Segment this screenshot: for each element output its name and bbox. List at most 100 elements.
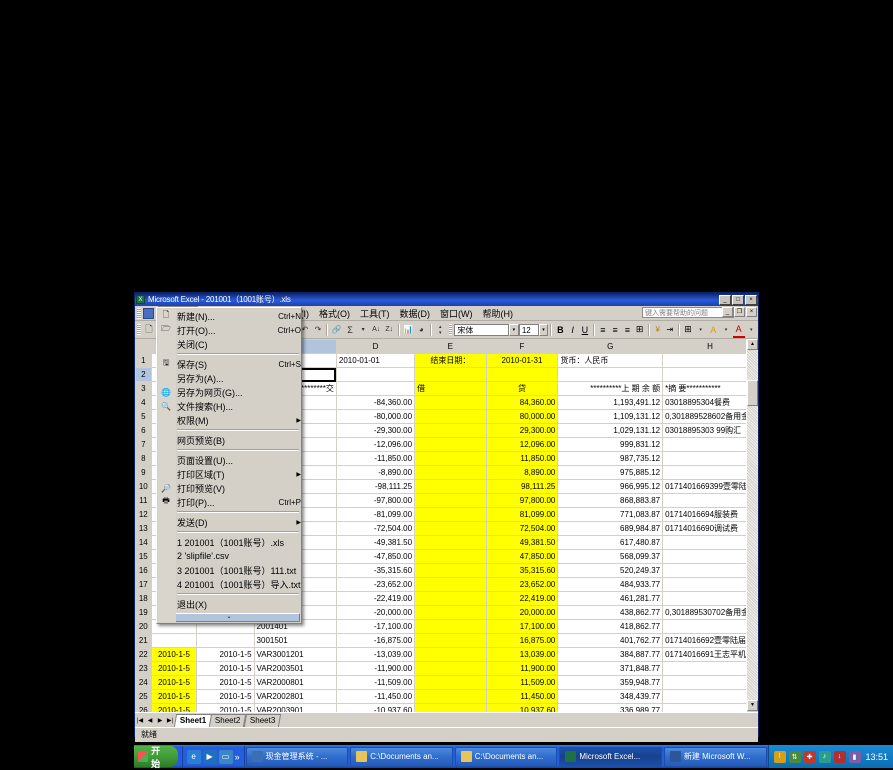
- menu-item-关闭-c-[interactable]: 关闭(C): [157, 337, 301, 351]
- row-header[interactable]: 9: [136, 466, 152, 480]
- cell-summary[interactable]: [663, 578, 758, 592]
- row-header[interactable]: 18: [136, 592, 152, 606]
- cell-summary[interactable]: [663, 494, 758, 508]
- cell-date-b[interactable]: 2010-1-5: [197, 704, 254, 713]
- cell-balance[interactable]: 371,848.77: [558, 662, 663, 676]
- cell-voucher-code[interactable]: VAR2000801: [254, 676, 336, 690]
- cell-voucher-code[interactable]: VAR2002801: [254, 690, 336, 704]
- cell-voucher-code[interactable]: 3001501: [254, 634, 336, 648]
- column-header-e[interactable]: E: [415, 340, 487, 354]
- row-header[interactable]: 21: [136, 634, 152, 648]
- cell-debit[interactable]: [415, 550, 487, 564]
- cell-date-a[interactable]: 2010-1-5: [151, 690, 197, 704]
- cell-f1[interactable]: 2010-01-31: [486, 354, 558, 368]
- doc-close-button[interactable]: ×: [746, 307, 757, 317]
- browser-icon[interactable]: e: [187, 750, 201, 764]
- cell-voucher-code[interactable]: VAR3001201: [254, 648, 336, 662]
- taskbar-item-explorer-2[interactable]: C:\Documents an...: [455, 747, 558, 767]
- cell-amount[interactable]: -10,937.60: [336, 704, 414, 713]
- align-right-button[interactable]: ≡: [621, 323, 633, 337]
- cell-summary[interactable]: [663, 620, 758, 634]
- cell-debit[interactable]: [415, 466, 487, 480]
- cell-amount[interactable]: -35,315.60: [336, 564, 414, 578]
- chevron-down-icon[interactable]: ▾: [745, 322, 758, 337]
- cell-credit[interactable]: 17,100.00: [486, 620, 558, 634]
- media-player-icon[interactable]: ▶: [203, 750, 217, 764]
- menu-item-3-201001-1001账号-111-txt[interactable]: 3 201001（1001账号）111.txt: [157, 563, 301, 577]
- font-name-dropdown-icon[interactable]: ▾: [509, 324, 519, 336]
- font-name-input[interactable]: 宋体: [454, 324, 509, 336]
- merge-cells-button[interactable]: ⊞: [633, 323, 645, 337]
- font-color-button[interactable]: A: [733, 322, 745, 338]
- cell-date-b[interactable]: [197, 634, 254, 648]
- cell-amount[interactable]: -81,099.00: [336, 508, 414, 522]
- redo-icon[interactable]: ↷: [311, 322, 324, 337]
- cell-h3[interactable]: *摘 要***********: [663, 382, 758, 396]
- scroll-track-top[interactable]: [747, 350, 758, 380]
- row-header[interactable]: 10: [136, 480, 152, 494]
- volume-icon[interactable]: ♪: [819, 751, 831, 763]
- cell-date-a[interactable]: [151, 634, 197, 648]
- cell-date-b[interactable]: 2010-1-5: [197, 676, 254, 690]
- minimize-button[interactable]: _: [719, 295, 731, 305]
- scroll-down-button[interactable]: ▼: [747, 700, 758, 711]
- cell-debit[interactable]: [415, 648, 487, 662]
- cell-balance[interactable]: 1,029,131.12: [558, 424, 663, 438]
- cell-amount[interactable]: -84,360.00: [336, 396, 414, 410]
- bold-button[interactable]: B: [554, 323, 566, 337]
- row-header[interactable]: 12: [136, 508, 152, 522]
- expand-menu-button[interactable]: ⌄: [158, 613, 300, 622]
- cell-debit[interactable]: [415, 676, 487, 690]
- row-header[interactable]: 23: [136, 662, 152, 676]
- taskbar-clock[interactable]: 13:51: [864, 752, 889, 762]
- cell-summary[interactable]: 01714016690调试费: [663, 522, 758, 536]
- cell-f3[interactable]: 贷: [486, 382, 558, 396]
- menu-item-网页预览-b-[interactable]: 网页预览(B): [157, 433, 301, 447]
- column-header-d[interactable]: D: [336, 340, 414, 354]
- cell-credit[interactable]: 12,096.00: [486, 438, 558, 452]
- row-header[interactable]: 3: [136, 382, 152, 396]
- cell-debit[interactable]: [415, 522, 487, 536]
- row-header[interactable]: 22: [136, 648, 152, 662]
- cell-debit[interactable]: [415, 438, 487, 452]
- cell-credit[interactable]: 97,800.00: [486, 494, 558, 508]
- vertical-scrollbar[interactable]: ▲ ▼: [746, 339, 758, 712]
- cell-balance[interactable]: 438,862.77: [558, 606, 663, 620]
- cell-credit[interactable]: 11,509.00: [486, 676, 558, 690]
- cell-credit[interactable]: 80,000.00: [486, 410, 558, 424]
- cell-credit[interactable]: 11,850.00: [486, 452, 558, 466]
- cell-amount[interactable]: -98,111.25: [336, 480, 414, 494]
- cell-debit[interactable]: [415, 704, 487, 713]
- row-header[interactable]: 13: [136, 522, 152, 536]
- menu-window[interactable]: 窗口(W): [435, 306, 478, 321]
- row-header[interactable]: 11: [136, 494, 152, 508]
- cell-balance[interactable]: 999,831.12: [558, 438, 663, 452]
- cell-balance[interactable]: 520,249.37: [558, 564, 663, 578]
- chevron-down-icon[interactable]: ▾: [357, 322, 370, 337]
- column-header-g[interactable]: G: [558, 340, 663, 354]
- menu-item-打印区域-t-[interactable]: 打印区域(T)▶: [157, 467, 301, 481]
- cell-balance[interactable]: 966,995.12: [558, 480, 663, 494]
- row-header[interactable]: 8: [136, 452, 152, 466]
- select-all-corner[interactable]: [136, 340, 152, 354]
- taskbar-item-excel[interactable]: Microsoft Excel...: [559, 747, 662, 767]
- first-sheet-button[interactable]: |◀: [135, 717, 145, 724]
- cell-debit[interactable]: [415, 606, 487, 620]
- align-left-button[interactable]: ≡: [597, 323, 609, 337]
- cell-balance[interactable]: 461,281.77: [558, 592, 663, 606]
- cell-credit[interactable]: 98,111.25: [486, 480, 558, 494]
- menubar-grip[interactable]: [137, 308, 141, 319]
- cell-date-a[interactable]: 2010-1-5: [151, 662, 197, 676]
- cell-date-a[interactable]: 2010-1-5: [151, 648, 197, 662]
- cell-balance[interactable]: 484,933.77: [558, 578, 663, 592]
- cell-balance[interactable]: 975,885.12: [558, 466, 663, 480]
- cell-balance[interactable]: 384,887.77: [558, 648, 663, 662]
- cell-summary[interactable]: [663, 466, 758, 480]
- maximize-button[interactable]: □: [732, 295, 744, 305]
- cell-debit[interactable]: [415, 690, 487, 704]
- menu-item-新建-n-[interactable]: 🗋新建(N)...Ctrl+N: [157, 309, 301, 323]
- cell-credit[interactable]: 72,504.00: [486, 522, 558, 536]
- cell-summary[interactable]: 01714016694服装费: [663, 508, 758, 522]
- cell-amount[interactable]: -16,875.00: [336, 634, 414, 648]
- cell-amount[interactable]: -11,509.00: [336, 676, 414, 690]
